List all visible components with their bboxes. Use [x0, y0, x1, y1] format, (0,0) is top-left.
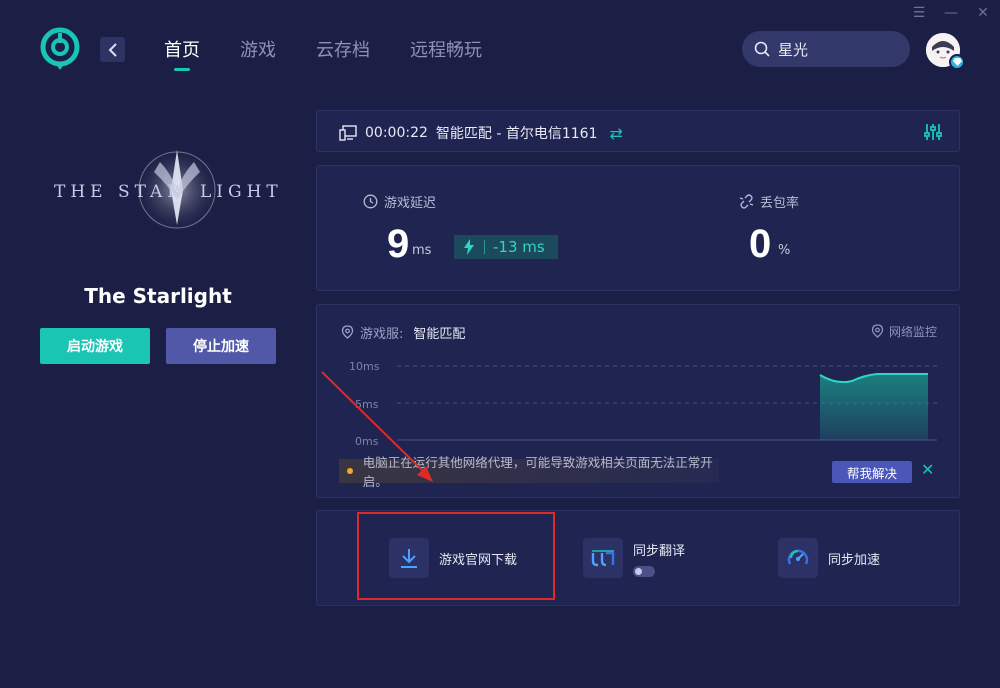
annotation-arrow — [321, 371, 433, 482]
